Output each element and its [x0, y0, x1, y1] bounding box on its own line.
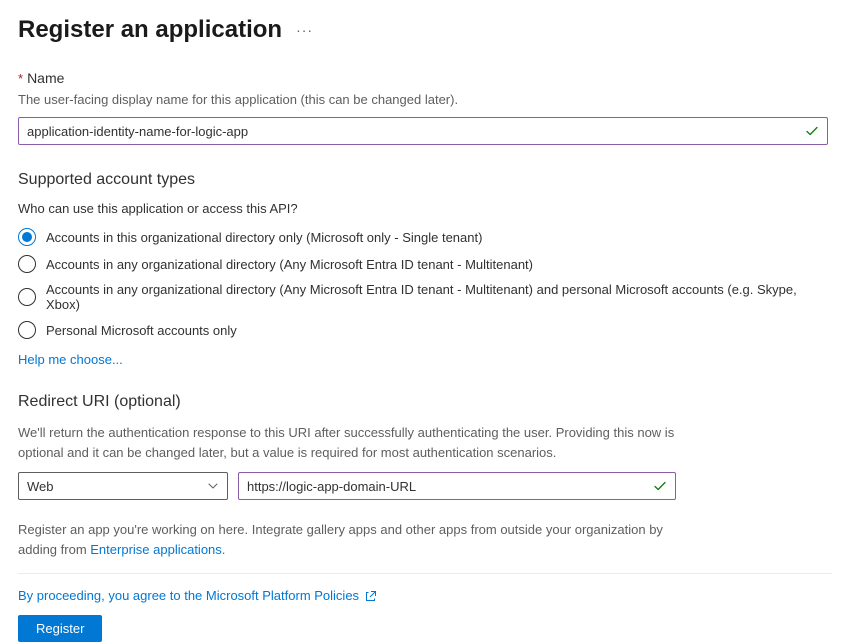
- page-title: Register an application: [18, 16, 282, 44]
- radio-icon: [18, 228, 36, 246]
- divider: [18, 573, 832, 574]
- account-type-option[interactable]: Accounts in any organizational directory…: [18, 282, 832, 312]
- redirect-uri-input[interactable]: [247, 479, 653, 494]
- open-in-new-icon: [365, 590, 377, 602]
- radio-icon: [18, 255, 36, 273]
- chevron-down-icon: [207, 480, 219, 492]
- redirect-uri-container: [238, 472, 676, 500]
- account-type-option[interactable]: Accounts in any organizational directory…: [18, 255, 832, 273]
- register-button[interactable]: Register: [18, 615, 102, 642]
- platform-policies-link[interactable]: By proceeding, you agree to the Microsof…: [18, 588, 359, 603]
- redirect-description: We'll return the authentication response…: [18, 423, 678, 462]
- help-me-choose-link[interactable]: Help me choose...: [18, 352, 123, 367]
- radio-icon: [18, 321, 36, 339]
- platform-select[interactable]: Web: [18, 472, 228, 500]
- required-asterisk: *: [18, 71, 23, 86]
- radio-label: Accounts in this organizational director…: [46, 230, 482, 245]
- account-types-title: Supported account types: [18, 171, 832, 189]
- name-description: The user-facing display name for this ap…: [18, 92, 832, 107]
- account-type-option[interactable]: Accounts in this organizational director…: [18, 228, 832, 246]
- check-icon: [653, 479, 667, 493]
- radio-label: Accounts in any organizational directory…: [46, 282, 832, 312]
- enterprise-applications-link[interactable]: Enterprise applications: [90, 542, 222, 557]
- account-type-option[interactable]: Personal Microsoft accounts only: [18, 321, 832, 339]
- radio-label: Accounts in any organizational directory…: [46, 257, 533, 272]
- name-label: Name: [27, 70, 64, 86]
- more-icon[interactable]: ···: [296, 22, 313, 38]
- platform-select-value: Web: [27, 479, 54, 494]
- account-types-question: Who can use this application or access t…: [18, 201, 832, 216]
- footer-text: Register an app you're working on here. …: [18, 520, 678, 559]
- name-input-container: [18, 117, 828, 145]
- footer-text-after: .: [222, 542, 226, 557]
- name-input[interactable]: [27, 124, 805, 139]
- radio-icon: [18, 288, 36, 306]
- check-icon: [805, 124, 819, 138]
- radio-label: Personal Microsoft accounts only: [46, 323, 237, 338]
- redirect-title: Redirect URI (optional): [18, 393, 832, 411]
